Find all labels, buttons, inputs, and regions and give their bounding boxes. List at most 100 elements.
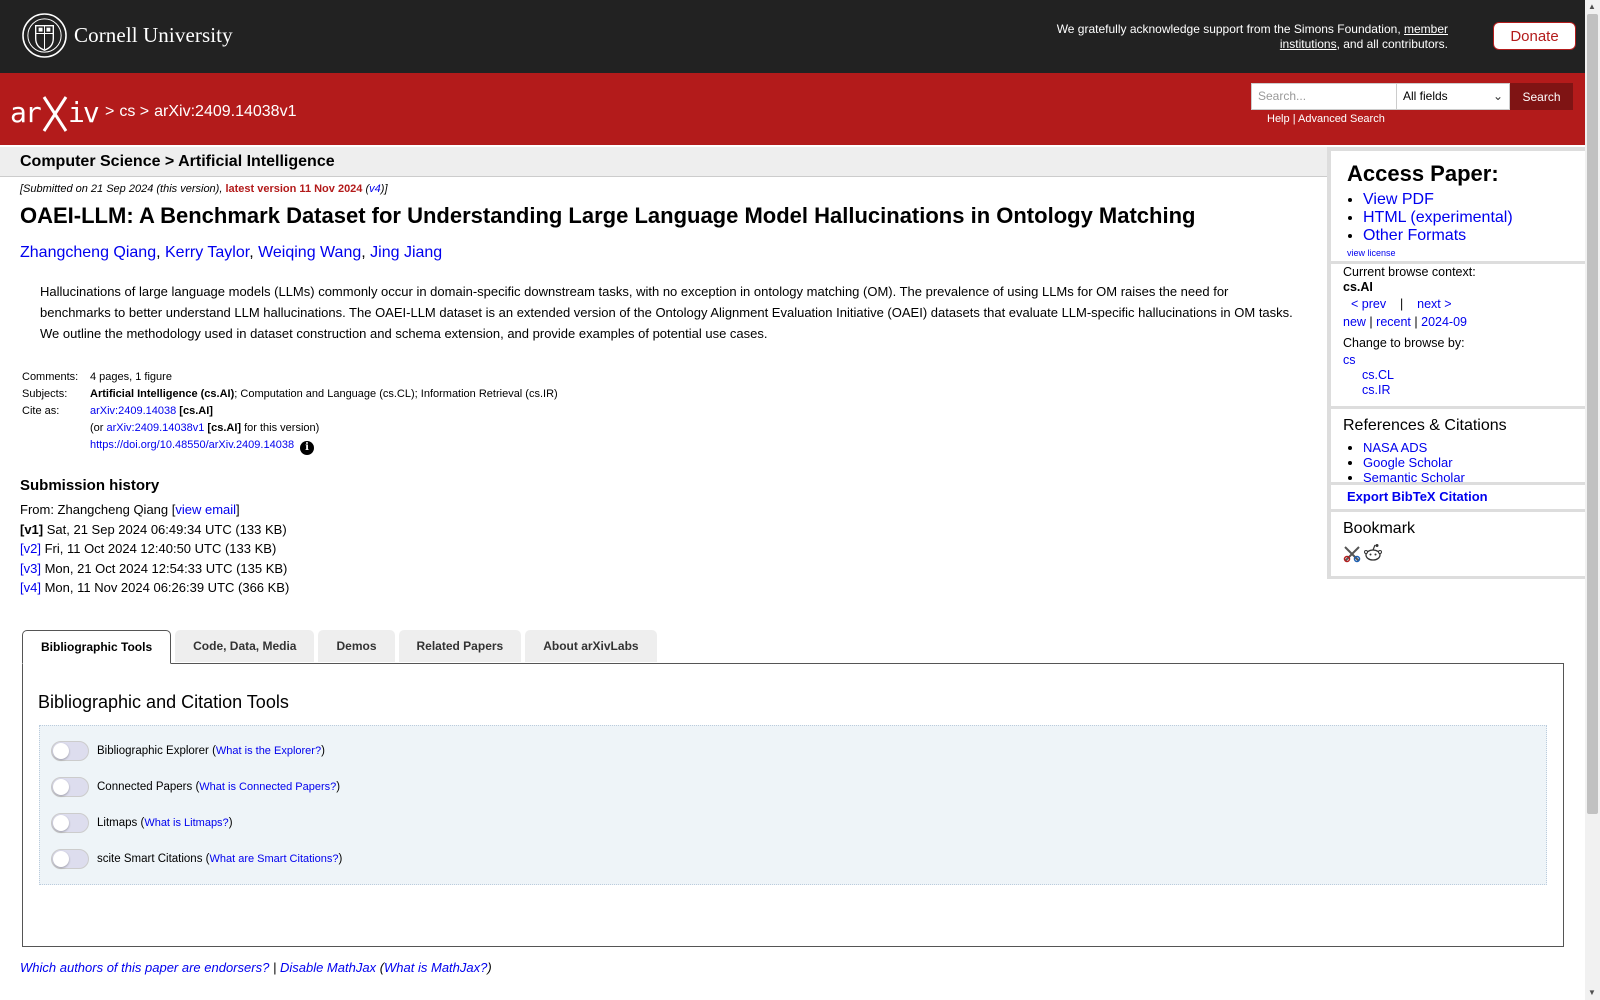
acknowledgement-text: We gratefully acknowledge support from t… bbox=[1028, 22, 1448, 52]
scite-toggle[interactable] bbox=[51, 849, 89, 869]
tools-list: Bibliographic Explorer (What is the Expl… bbox=[39, 725, 1547, 885]
browse-cl-link[interactable]: cs.CL bbox=[1362, 368, 1394, 382]
submitter-line: From: Zhangcheng Qiang [view email] bbox=[20, 500, 289, 520]
version-link[interactable]: [v4] bbox=[20, 580, 41, 595]
subjects-label: Subjects: bbox=[22, 388, 68, 400]
bookmark-title: Bookmark bbox=[1343, 520, 1416, 537]
cornell-logo[interactable]: Cornell University bbox=[22, 13, 233, 58]
browse-cs-link[interactable]: cs bbox=[1343, 353, 1356, 367]
references-box: References & Citations NASA ADS Google S… bbox=[1331, 409, 1585, 485]
export-bibtex-link[interactable]: Export BibTeX Citation bbox=[1347, 489, 1488, 504]
what-is-mathjax-link[interactable]: What is MathJax? bbox=[384, 960, 487, 975]
endorsers-link[interactable]: Which authors of this paper are endorser… bbox=[20, 960, 269, 975]
author-link[interactable]: Jing Jiang bbox=[370, 244, 442, 261]
doi-link[interactable]: https://doi.org/10.48550/arXiv.2409.1403… bbox=[90, 439, 294, 451]
bibtex-box: Export BibTeX Citation bbox=[1331, 485, 1585, 509]
subjects-row: Subjects: Artificial Intelligence (cs.AI… bbox=[20, 385, 560, 402]
version-date: Fri, 11 Oct 2024 12:40:50 UTC (133 KB) bbox=[40, 541, 277, 557]
tool-row-litmaps: Litmaps (What is Litmaps?) bbox=[51, 813, 233, 833]
browse-by-ir: cs.IR bbox=[1362, 383, 1390, 397]
view-email-link[interactable]: view email bbox=[175, 502, 236, 517]
scroll-down-arrow-icon[interactable]: ▼ bbox=[1588, 988, 1596, 997]
page-scrollbar[interactable]: ▲ ▼ bbox=[1585, 0, 1600, 1000]
next-link[interactable]: next > bbox=[1417, 297, 1451, 311]
breadcrumb-cs-link[interactable]: cs bbox=[119, 103, 135, 120]
view-license-link[interactable]: view license bbox=[1347, 248, 1396, 258]
reddit-icon[interactable] bbox=[1363, 543, 1383, 563]
context-label: Current browse context: bbox=[1343, 265, 1476, 279]
search-button[interactable]: Search bbox=[1510, 83, 1573, 110]
recent-link[interactable]: recent bbox=[1376, 315, 1411, 329]
version-entry: [v2] Fri, 11 Oct 2024 12:40:50 UTC (133 … bbox=[20, 539, 289, 559]
advanced-search-link[interactable]: Advanced Search bbox=[1298, 113, 1385, 125]
comments-row: Comments: 4 pages, 1 figure bbox=[20, 368, 560, 385]
arxiv-logo-icon[interactable]: ar iv bbox=[10, 93, 100, 133]
version-entry: [v3] Mon, 21 Oct 2024 12:54:33 UTC (135 … bbox=[20, 559, 289, 579]
view-pdf-link[interactable]: View PDF bbox=[1363, 191, 1434, 208]
scroll-up-arrow-icon[interactable]: ▲ bbox=[1588, 2, 1596, 11]
access-paper-title: Access Paper: bbox=[1347, 161, 1499, 186]
list-item: Other Formats bbox=[1363, 227, 1513, 245]
browse-ir-link[interactable]: cs.IR bbox=[1362, 383, 1390, 397]
semantic-scholar-link[interactable]: Semantic Scholar bbox=[1363, 470, 1465, 485]
search-input[interactable]: Search... bbox=[1251, 83, 1397, 110]
help-link[interactable]: Help bbox=[1267, 113, 1290, 125]
list-item: Google Scholar bbox=[1363, 455, 1465, 470]
prev-link[interactable]: < prev bbox=[1351, 297, 1386, 311]
help-links: Help | Advanced Search bbox=[1267, 113, 1385, 125]
tool-help-link[interactable]: What is Litmaps? bbox=[144, 817, 228, 829]
tool-label: scite Smart Citations bbox=[97, 853, 203, 865]
cite-version-link[interactable]: arXiv:2409.14038v1 bbox=[107, 422, 205, 434]
tool-help-link[interactable]: What is the Explorer? bbox=[216, 745, 321, 757]
tab-demos[interactable]: Demos bbox=[318, 630, 395, 662]
info-icon[interactable]: i bbox=[300, 440, 315, 455]
author-link[interactable]: Weiqing Wang bbox=[258, 244, 361, 261]
version-entry: [v1] Sat, 21 Sep 2024 06:49:34 UTC (133 … bbox=[20, 520, 289, 540]
author-link[interactable]: Kerry Taylor bbox=[165, 244, 249, 261]
version-link[interactable]: [v2] bbox=[20, 541, 41, 556]
footer-links: Which authors of this paper are endorser… bbox=[20, 960, 492, 975]
access-paper-box: Access Paper: View PDF HTML (experimenta… bbox=[1331, 151, 1585, 261]
latest-version-link[interactable]: v4 bbox=[369, 183, 381, 195]
subjects-value: Artificial Intelligence (cs.AI); Computa… bbox=[88, 385, 560, 402]
tab-about-arxivlabs[interactable]: About arXivLabs bbox=[525, 630, 657, 662]
category-header: Computer Science > Artificial Intelligen… bbox=[0, 147, 1327, 177]
secondary-subjects: ; Computation and Language (cs.CL); Info… bbox=[234, 388, 558, 400]
tool-help-link[interactable]: What is Connected Papers? bbox=[199, 781, 336, 793]
author-link[interactable]: Zhangcheng Qiang bbox=[20, 244, 156, 261]
doi-row: https://doi.org/10.48550/arXiv.2409.1403… bbox=[20, 436, 560, 457]
cite-id-link[interactable]: arXiv:2409.14038 bbox=[90, 405, 176, 417]
doi-value: https://doi.org/10.48550/arXiv.2409.1403… bbox=[88, 436, 560, 457]
browse-by-cs: cs bbox=[1343, 353, 1356, 367]
disable-mathjax-link[interactable]: Disable MathJax bbox=[280, 960, 376, 975]
connected-papers-toggle[interactable] bbox=[51, 777, 89, 797]
svg-text:ar: ar bbox=[10, 96, 41, 129]
other-formats-link[interactable]: Other Formats bbox=[1363, 227, 1466, 244]
google-scholar-link[interactable]: Google Scholar bbox=[1363, 455, 1453, 470]
html-link[interactable]: HTML (experimental) bbox=[1363, 209, 1513, 226]
tab-code-data-media[interactable]: Code, Data, Media bbox=[175, 630, 315, 662]
tab-bibliographic-tools[interactable]: Bibliographic Tools bbox=[22, 630, 172, 664]
new-link[interactable]: new bbox=[1343, 315, 1366, 329]
version-tag: [v1] bbox=[20, 521, 44, 537]
list-item: Semantic Scholar bbox=[1363, 470, 1465, 485]
month-link[interactable]: 2024-09 bbox=[1421, 315, 1467, 329]
tool-help-link[interactable]: What are Smart Citations? bbox=[209, 853, 338, 865]
nasa-ads-link[interactable]: NASA ADS bbox=[1363, 440, 1427, 455]
list-item: HTML (experimental) bbox=[1363, 209, 1513, 227]
litmaps-toggle[interactable] bbox=[51, 813, 89, 833]
search-field-select[interactable]: All fields ⌄ bbox=[1396, 83, 1510, 110]
bibliographic-explorer-toggle[interactable] bbox=[51, 741, 89, 761]
bookmark-box: Bookmark bbox=[1331, 512, 1585, 576]
bibsonomy-icon[interactable] bbox=[1343, 545, 1361, 563]
references-links: NASA ADS Google Scholar Semantic Scholar bbox=[1347, 440, 1465, 485]
donate-button[interactable]: Donate bbox=[1493, 22, 1576, 50]
cite-version-suffix: for this version) bbox=[241, 422, 320, 434]
tool-row-bibliographic-explorer: Bibliographic Explorer (What is the Expl… bbox=[51, 741, 325, 761]
tab-related-papers[interactable]: Related Papers bbox=[398, 630, 522, 662]
cite-or-text: (or bbox=[90, 422, 107, 434]
scrollbar-thumb[interactable] bbox=[1587, 14, 1598, 814]
version-link[interactable]: [v3] bbox=[20, 561, 41, 576]
version-date: Sat, 21 Sep 2024 06:49:34 UTC (133 KB) bbox=[43, 521, 287, 537]
breadcrumb-paper-id: arXiv:2409.14038v1 bbox=[154, 103, 297, 120]
